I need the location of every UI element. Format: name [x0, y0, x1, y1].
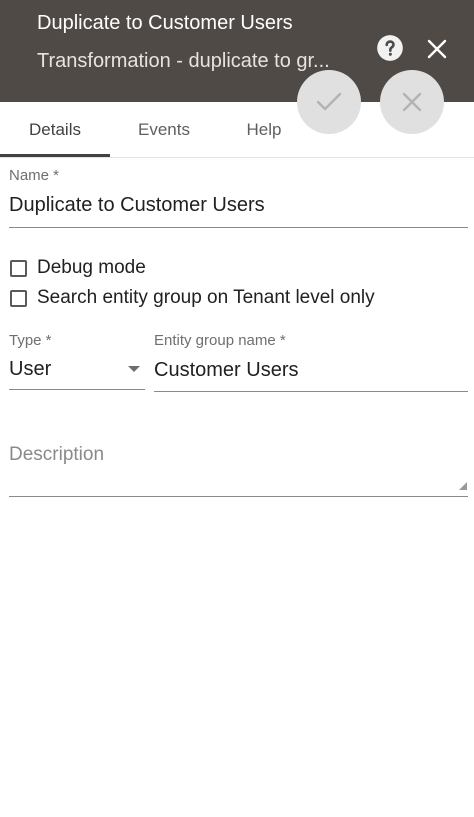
resize-grip-icon[interactable]	[459, 482, 467, 490]
name-input[interactable]: Duplicate to Customer Users	[9, 194, 265, 217]
description-textarea[interactable]: Description	[9, 444, 104, 466]
debug-mode-label[interactable]: Debug mode	[37, 257, 146, 279]
debug-mode-checkbox[interactable]	[10, 260, 27, 277]
dialog-title: Duplicate to Customer Users	[37, 12, 293, 34]
type-select[interactable]: User	[9, 358, 145, 386]
search-tenant-label[interactable]: Search entity group on Tenant level only	[37, 287, 375, 309]
entity-group-underline	[154, 391, 468, 392]
chevron-down-icon[interactable]	[128, 366, 140, 372]
tab-details[interactable]: Details	[0, 102, 110, 158]
help-circle-icon	[377, 35, 403, 61]
name-field-label: Name *	[9, 167, 60, 184]
tab-events[interactable]: Events	[110, 102, 218, 158]
description-underline	[9, 496, 468, 497]
type-field-label: Type *	[9, 332, 52, 349]
entity-group-field-label: Entity group name *	[154, 332, 286, 349]
type-select-value: User	[9, 358, 52, 380]
active-tab-indicator	[0, 154, 110, 157]
name-input-underline	[9, 227, 468, 228]
close-button[interactable]	[414, 26, 460, 72]
type-select-underline	[9, 389, 145, 390]
dialog-subtitle: Transformation - duplicate to gr...	[37, 50, 330, 72]
close-icon	[427, 39, 447, 59]
tab-bar: Details Events Help	[0, 102, 474, 158]
tab-help[interactable]: Help	[218, 102, 310, 158]
help-button[interactable]	[366, 24, 414, 72]
entity-group-input[interactable]: Customer Users	[154, 359, 298, 382]
search-tenant-checkbox[interactable]	[10, 290, 27, 307]
